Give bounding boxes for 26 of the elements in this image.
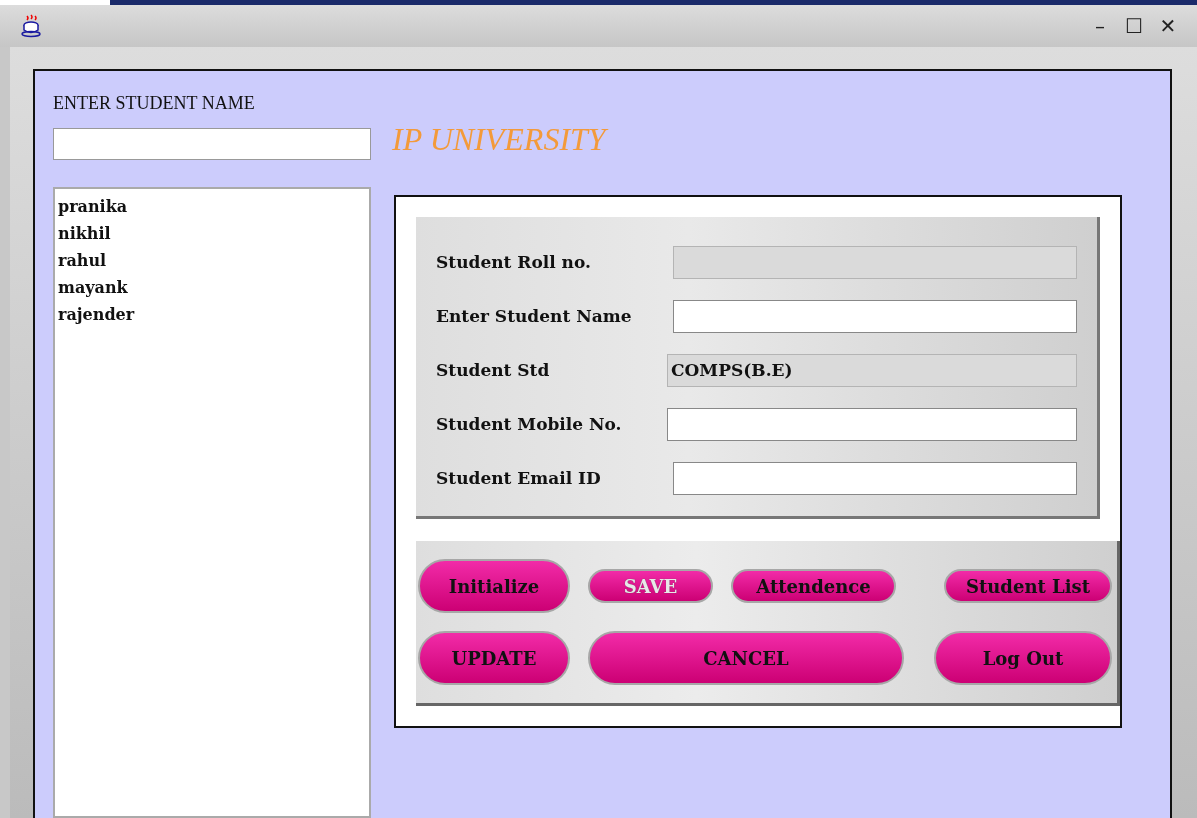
action-button[interactable]: CANCEL bbox=[588, 631, 904, 685]
field-label: Student Mobile No. bbox=[436, 414, 622, 434]
field-label: Student Std bbox=[436, 360, 550, 380]
field-label: Enter Student Name bbox=[436, 306, 632, 326]
field-label: Student Roll no. bbox=[436, 252, 591, 272]
maximize-button[interactable]: ☐ bbox=[1119, 11, 1149, 41]
field-label: Student Email ID bbox=[436, 468, 601, 488]
student-list-item[interactable]: pranika bbox=[58, 193, 366, 220]
action-button[interactable]: Log Out bbox=[934, 631, 1112, 685]
action-button[interactable]: Student List bbox=[944, 569, 1112, 603]
student-list-item[interactable]: nikhil bbox=[58, 220, 366, 247]
student-list-item[interactable]: mayank bbox=[58, 274, 366, 301]
action-button[interactable]: Initialize bbox=[418, 559, 570, 613]
close-button[interactable]: ✕ bbox=[1153, 11, 1183, 41]
student-list-item[interactable]: rajender bbox=[58, 301, 366, 328]
student-list-item[interactable]: rahul bbox=[58, 247, 366, 274]
search-label: ENTER STUDENT NAME bbox=[53, 93, 256, 114]
app-title: IP UNIVERSITY bbox=[392, 121, 1170, 157]
text-field[interactable] bbox=[673, 461, 1077, 495]
minimize-button[interactable]: – bbox=[1085, 11, 1115, 41]
action-button[interactable]: Attendence bbox=[731, 569, 896, 603]
text-field[interactable] bbox=[673, 299, 1077, 333]
action-button[interactable]: UPDATE bbox=[418, 631, 570, 685]
coffee-cup-icon bbox=[20, 14, 42, 38]
search-field[interactable] bbox=[53, 128, 371, 160]
text-field[interactable] bbox=[667, 407, 1077, 441]
